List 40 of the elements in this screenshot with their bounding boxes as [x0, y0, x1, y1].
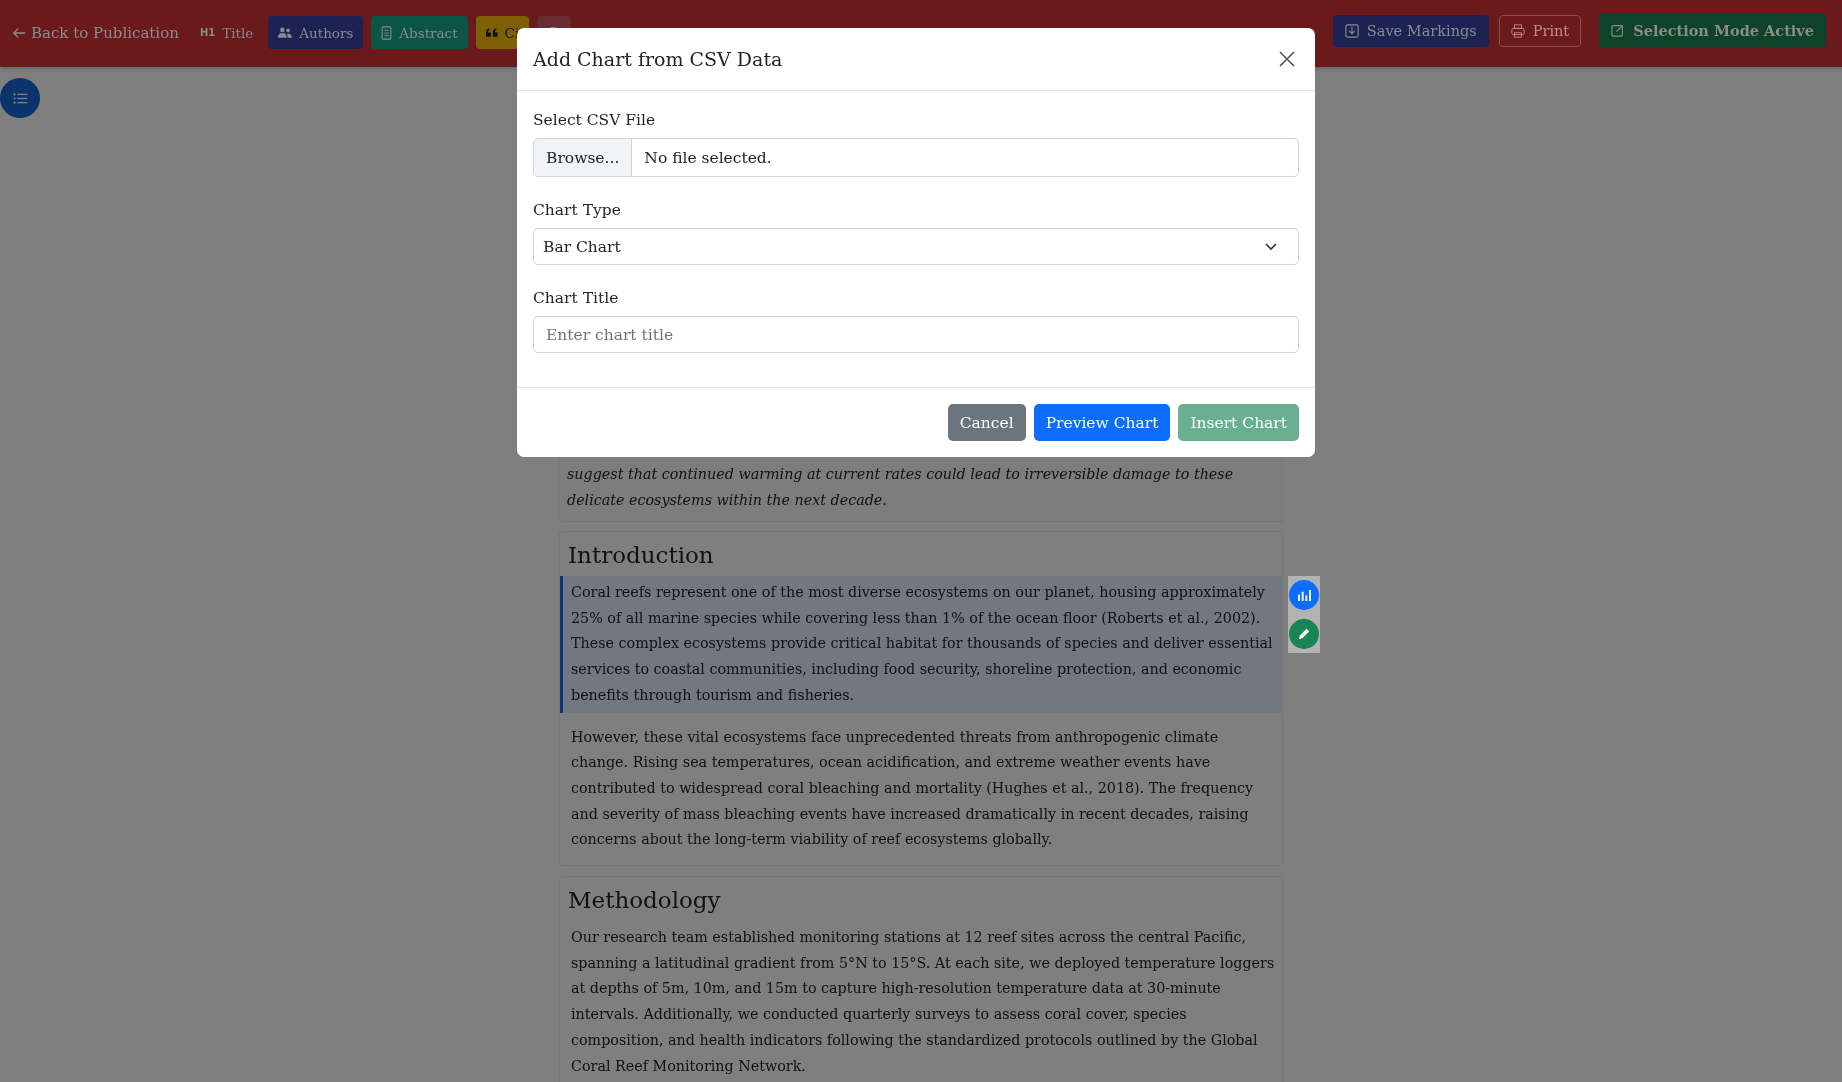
back-link[interactable]: Back to Publication: [12, 23, 179, 42]
action-button[interactable]: Save Markings: [1332, 15, 1489, 47]
edit-icon: [1611, 23, 1626, 37]
action-button[interactable]: Selection Mode Active: [1599, 13, 1826, 47]
close-icon: [1279, 51, 1295, 67]
pencil-icon: [1298, 628, 1310, 640]
section-heading: Methodology: [567, 886, 722, 916]
printer-icon: [1510, 24, 1525, 38]
field-label: Select CSV File: [533, 111, 657, 129]
arrow-left-icon: [12, 25, 26, 40]
chart-type-select[interactable]: Bar Chart: [533, 228, 1299, 265]
file-input[interactable]: Browse... No file selected.: [533, 138, 1299, 177]
document-icon: [381, 25, 393, 40]
chart-button[interactable]: [1289, 580, 1319, 610]
list-icon: [12, 92, 28, 104]
outline-button[interactable]: [0, 78, 40, 118]
title-button[interactable]: H1 Title: [192, 16, 261, 49]
paragraph[interactable]: However, these vital ecosystems face unprecedented threats from anthropogenic climate change. Rising sea temperatures, ocean acidification, and extreme weather events have contributed to widespread coral bleaching and mortality (Hughes et al., 2018). The frequency and severity of mass bleaching events have increased dramatically in recent decades, raising concerns about the long-term viability of reef ecosystems globally.: [560, 720, 1282, 858]
paragraph[interactable]: Coral reefs represent one of the most diverse ecosystems on our planet, housing approximately 25% of all marine species while covering less than 1% of the ocean floor (Roberts et al., 2002). These complex ecosystems provide critical habitat for thousands of species and deliver essential services to coastal communities, including food security, shoreline protection, and economic benefits through tourism and fisheries.: [560, 576, 1282, 713]
edit-button[interactable]: [1289, 619, 1319, 649]
section-heading: Introduction: [567, 541, 715, 570]
chart-title-input[interactable]: Enter chart title: [533, 316, 1299, 353]
section-button[interactable]: Abstract: [371, 16, 468, 49]
field-label: Chart Type: [533, 201, 622, 219]
quote-icon: [485, 28, 498, 37]
chevron-down-icon: [1265, 242, 1277, 251]
bar-chart-icon: [1297, 589, 1311, 601]
abstract-text: suggest that continued warming at current rates could lead to irreversible damage to these delicate ecosystems within the next decade.: [567, 465, 1235, 510]
browse-button[interactable]: Browse...: [534, 139, 633, 176]
dialog-button[interactable]: Preview Chart: [1033, 404, 1171, 441]
section-button[interactable]: Authors: [268, 16, 364, 49]
paragraph[interactable]: Our research team established monitoring stations at 12 reef sites across the central Pacific, spanning a latitudinal gradient from 5°N to 15°S. At each site, we deployed temperature loggers at depths of 5m, 10m, and 15m to capture high-resolution temperature data at 30-minute intervals. Additionally, we conducted quarterly surveys to assess coral cover, species composition, and health indicators following the standardized protocols outlined by the Global Coral Reef Monitoring Network.: [560, 921, 1282, 1082]
heading-icon: H1: [199, 27, 216, 38]
save-icon: [1344, 24, 1359, 38]
file-status: No file selected.: [643, 148, 772, 167]
print-button[interactable]: Print: [1498, 15, 1582, 47]
dialog-button[interactable]: Cancel: [947, 404, 1026, 441]
people-icon: [278, 27, 293, 38]
field-label: Chart Title: [533, 289, 620, 307]
modal-title: Add Chart from CSV Data: [533, 48, 783, 70]
